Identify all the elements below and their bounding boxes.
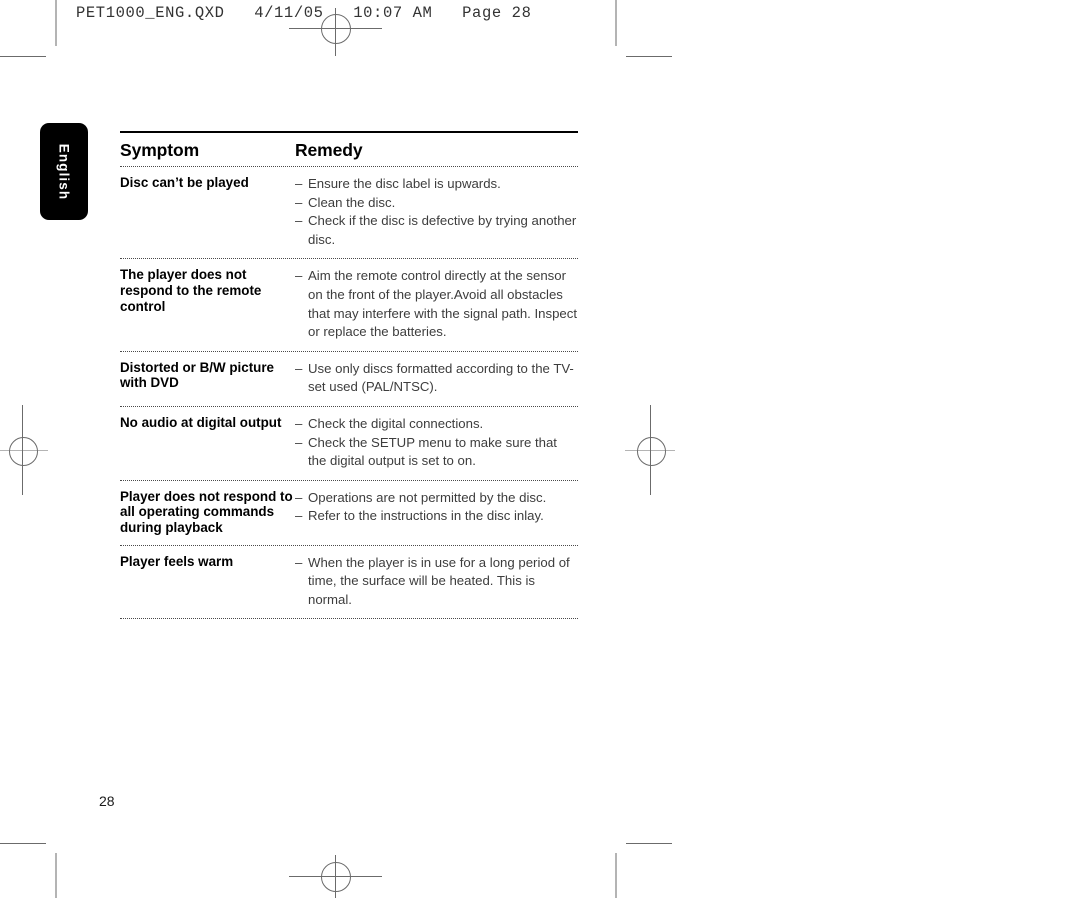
remedy-item: – Aim the remote control directly at the … <box>295 267 578 341</box>
remedy-text: Check the SETUP menu to make sure that t… <box>308 434 557 469</box>
remedy-text: Clean the disc. <box>308 194 396 210</box>
remedy-item: – Check the SETUP menu to make sure that … <box>295 434 578 471</box>
remedy-dash-bullet: – <box>295 415 303 431</box>
crop-mark-top-right-vertical <box>615 0 617 46</box>
remedy-text: Operations are not permitted by the disc… <box>308 489 547 505</box>
remedy-text: Check the digital connections. <box>308 415 484 431</box>
remedy-cell: – Check the digital connections. – Check th… <box>295 415 578 471</box>
registration-mark-bottom-circle <box>321 862 351 892</box>
remedy-dash-bullet: – <box>295 508 303 524</box>
registration-mark-right-circle <box>637 437 666 466</box>
crop-mark-bottom-left-vertical <box>55 853 57 898</box>
prepress-header-text: PET1000_ENG.QXD 4/11/05 10:07 AM Page 28 <box>76 4 532 22</box>
remedy-dash-bullet: – <box>295 360 303 376</box>
remedy-text: Check if the disc is defective by trying… <box>308 213 577 247</box>
page-number: 28 <box>99 793 115 809</box>
remedy-item: – Operations are not permitted by the dis… <box>295 489 578 508</box>
symptom-cell: Player feels warm <box>120 553 234 569</box>
symptom-cell: Distorted or B/W picture with DVD <box>120 359 274 391</box>
remedy-cell: – When the player is in use for a long pe… <box>295 554 578 610</box>
language-tab-label: English <box>56 143 72 200</box>
column-header-remedy: Remedy <box>295 140 363 160</box>
remedy-item: – Refer to the instructions in the disc i… <box>295 507 578 526</box>
remedy-cell: – Ensure the disc label is upwards. – Clean… <box>295 175 578 249</box>
remedy-cell: – Operations are not permitted by the dis… <box>295 489 578 526</box>
table-row: Player does not respond to all operating… <box>120 481 578 545</box>
remedy-item: – Check if the disc is defective by tryin… <box>295 212 578 249</box>
symptom-cell: Player does not respond to all operating… <box>120 488 293 535</box>
troubleshooting-table: Symptom Remedy Disc can’t be played – Ensu… <box>120 131 578 620</box>
table-body: Disc can’t be played – Ensure the disc lab… <box>120 167 578 620</box>
table-row: No audio at digital output – Check the dig… <box>120 407 578 480</box>
remedy-item: – When the player is in use for a long pe… <box>295 554 578 610</box>
remedy-text: Refer to the instructions in the disc in… <box>308 508 544 524</box>
remedy-dash-bullet: – <box>295 194 303 210</box>
registration-mark-left-circle <box>9 437 38 466</box>
symptom-cell: The player does not respond to the remot… <box>120 267 262 314</box>
remedy-text: Use only discs formatted according to th… <box>308 360 574 395</box>
remedy-text: Ensure the disc label is upwards. <box>308 176 501 191</box>
crop-mark-bottom-left-horizontal <box>0 843 46 844</box>
remedy-dash-bullet: – <box>295 213 303 229</box>
language-tab-english: English <box>40 123 88 220</box>
crop-mark-top-left-horizontal <box>0 56 46 57</box>
table-row: Player feels warm – When the player is in … <box>120 546 578 619</box>
remedy-dash-bullet: – <box>295 434 303 450</box>
crop-mark-top-left-vertical <box>55 0 57 46</box>
table-row: Disc can’t be played – Ensure the disc lab… <box>120 167 578 258</box>
crop-mark-bottom-right-vertical <box>615 853 617 898</box>
symptom-cell: No audio at digital output <box>120 414 282 430</box>
symptom-cell: Disc can’t be played <box>120 175 249 190</box>
remedy-item: – Ensure the disc label is upwards. <box>295 175 578 194</box>
remedy-text: When the player is in use for a long per… <box>308 554 570 607</box>
remedy-cell: – Aim the remote control directly at the … <box>295 267 578 341</box>
remedy-cell: – Use only discs formatted according to t… <box>295 360 578 397</box>
table-row-separator <box>120 618 578 620</box>
crop-mark-top-right-horizontal <box>626 56 672 57</box>
remedy-item: – Clean the disc. <box>295 194 578 213</box>
remedy-dash-bullet: – <box>295 554 303 570</box>
remedy-dash-bullet: – <box>295 489 303 505</box>
crop-mark-bottom-right-horizontal <box>626 843 672 844</box>
column-header-symptom: Symptom <box>120 140 200 160</box>
table-header-row: Symptom Remedy <box>120 133 578 166</box>
remedy-item: – Check the digital connections. <box>295 415 578 434</box>
remedy-dash-bullet: – <box>295 176 303 191</box>
remedy-dash-bullet: – <box>295 268 303 284</box>
remedy-item: – Use only discs formatted according to t… <box>295 360 578 397</box>
table-row: Distorted or B/W picture with DVD – Use on… <box>120 352 578 406</box>
remedy-text: Aim the remote control directly at the s… <box>308 268 578 340</box>
table-row: The player does not respond to the remot… <box>120 259 578 350</box>
